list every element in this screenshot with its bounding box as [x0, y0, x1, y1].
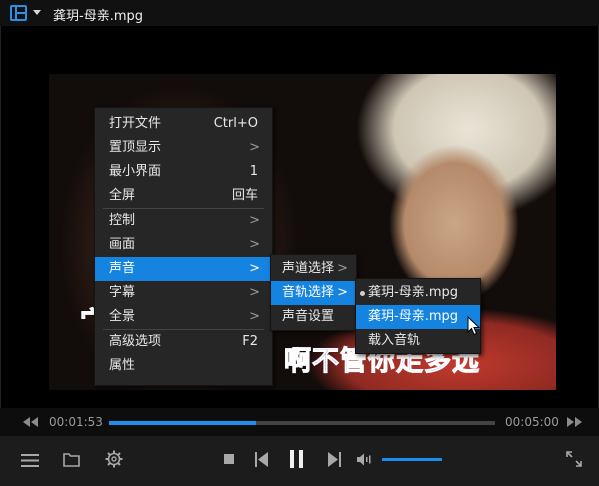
control-bar — [0, 436, 599, 486]
submenu-arrow-icon: > — [249, 237, 260, 252]
menu-item-properties[interactable]: 属性 — [95, 354, 272, 378]
submenu-arrow-icon: > — [249, 261, 260, 276]
volume-icon[interactable] — [357, 453, 373, 466]
next-icon[interactable] — [327, 452, 341, 467]
menu-item-label: 龚玥-母亲.mpg — [368, 309, 458, 324]
total-time: 00:05:00 — [505, 415, 559, 429]
current-time: 00:01:53 — [49, 415, 103, 429]
menu-item-shortcut: 回车 — [231, 188, 258, 203]
volume-slider[interactable] — [382, 458, 442, 461]
menu-item-label: 字幕 — [109, 285, 136, 300]
menu-item-label: 最小界面 — [109, 164, 162, 179]
menu-item-always-on-top[interactable]: 置顶显示 > — [95, 136, 272, 160]
menu-item-label: 声音设置 — [282, 309, 335, 324]
mouse-cursor-icon — [467, 316, 481, 336]
menu-item-label: 属性 — [109, 358, 136, 373]
menu-item-picture[interactable]: 画面 > — [95, 233, 272, 257]
menu-item-shortcut: F2 — [242, 334, 258, 349]
pause-icon[interactable] — [289, 450, 305, 468]
sound-submenu: 声道选择 > 音轨选择 > 声音设置 — [270, 254, 357, 331]
submenu-arrow-icon: > — [337, 285, 348, 300]
context-menu: 打开文件 Ctrl+O 置顶显示 > 最小界面 1 全屏 回车 控制 > 画面 … — [94, 107, 273, 386]
seek-bar: 00:01:53 00:05:00 — [0, 408, 599, 436]
menu-item-label: 载入音轨 — [368, 333, 421, 348]
menu-item-panorama[interactable]: 全景 > — [95, 305, 272, 329]
menu-item-label: 全屏 — [109, 188, 136, 203]
selected-dot-icon — [360, 291, 365, 296]
submenu-item-track-select[interactable]: 音轨选择 > — [271, 281, 356, 305]
menu-item-label: 声音 — [109, 261, 136, 276]
seek-progress — [109, 421, 256, 425]
seek-track[interactable] — [109, 421, 495, 425]
menu-item-fullscreen[interactable]: 全屏 回车 — [95, 184, 272, 208]
menu-item-control[interactable]: 控制 > — [95, 209, 272, 233]
title-dropdown-icon[interactable] — [33, 10, 41, 15]
gear-icon[interactable] — [105, 450, 123, 468]
menu-item-sound[interactable]: 声音 > — [95, 257, 272, 281]
menu-item-mini-mode[interactable]: 最小界面 1 — [95, 160, 272, 184]
stop-icon[interactable] — [224, 454, 235, 465]
menu-item-label: 画面 — [109, 237, 136, 252]
submenu-arrow-icon: > — [249, 140, 260, 155]
fullscreen-icon[interactable] — [566, 451, 582, 467]
track-item-2[interactable]: 龚玥-母亲.mpg — [356, 305, 480, 329]
submenu-item-sound-settings[interactable]: 声音设置 — [271, 305, 356, 329]
menu-item-label: 声道选择 — [282, 261, 335, 276]
fast-forward-icon[interactable] — [566, 416, 583, 428]
track-item-1[interactable]: 龚玥-母亲.mpg — [356, 281, 480, 305]
menu-item-label: 高级选项 — [109, 334, 162, 349]
folder-icon[interactable] — [63, 452, 80, 467]
menu-item-open-file[interactable]: 打开文件 Ctrl+O — [95, 112, 272, 136]
track-item-load[interactable]: 载入音轨 — [356, 329, 480, 353]
menu-item-label: 龚玥-母亲.mpg — [368, 285, 458, 300]
submenu-arrow-icon: > — [249, 285, 260, 300]
submenu-arrow-icon: > — [249, 213, 260, 228]
menu-item-advanced-options[interactable]: 高级选项 F2 — [95, 330, 272, 354]
previous-icon[interactable] — [255, 452, 269, 467]
menu-item-shortcut: Ctrl+O — [213, 116, 258, 131]
menu-item-label: 置顶显示 — [109, 140, 162, 155]
menu-item-label: 音轨选择 — [282, 285, 335, 300]
menu-item-shortcut: 1 — [249, 164, 258, 179]
rewind-icon[interactable] — [22, 416, 39, 428]
hamburger-menu-icon[interactable] — [21, 453, 39, 468]
submenu-item-channel-select[interactable]: 声道选择 > — [271, 257, 356, 281]
window-title: 龚玥-母亲.mpg — [53, 9, 143, 24]
submenu-arrow-icon: > — [337, 261, 348, 276]
app-logo-icon[interactable] — [10, 5, 27, 21]
menu-item-label: 打开文件 — [109, 116, 162, 131]
menu-item-label: 控制 — [109, 213, 136, 228]
menu-item-subtitle[interactable]: 字幕 > — [95, 281, 272, 305]
volume-level — [382, 458, 442, 461]
audio-track-submenu: 龚玥-母亲.mpg 龚玥-母亲.mpg 载入音轨 — [355, 278, 481, 354]
submenu-arrow-icon: > — [249, 309, 260, 324]
menu-item-label: 全景 — [109, 309, 136, 324]
title-bar: 龚玥-母亲.mpg — [0, 0, 599, 26]
